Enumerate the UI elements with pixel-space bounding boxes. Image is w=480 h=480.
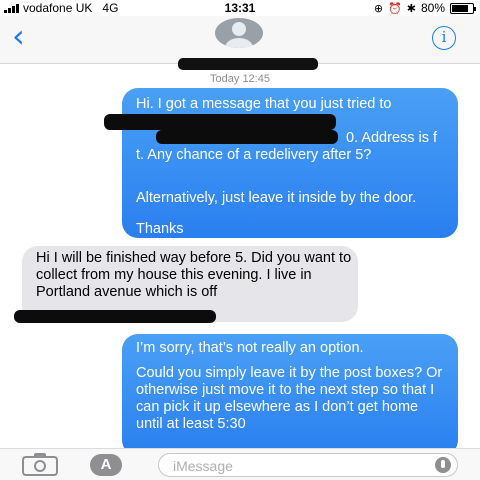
info-icon[interactable]: i [432,26,456,50]
contact-name-redaction [178,58,318,70]
redaction-bar [156,130,338,144]
app-store-icon[interactable]: A [90,454,122,476]
screen-lock-icon: ⊕ [373,2,384,15]
message-text: 0. Address is f [346,130,438,146]
message-text: t. Any chance of a redelivery after 5? [136,147,372,163]
message-composer: A iMessage [0,448,480,480]
bluetooth-icon: ✱ [406,2,416,15]
status-icons: ⊕ ⏰ ✱ 80% [373,1,476,15]
battery-icon [450,2,476,14]
contact-avatar[interactable] [215,18,263,48]
message-bubble-outgoing[interactable]: Hi. I got a message that you just tried … [104,88,458,238]
chevron-left-icon[interactable]: ‹ [12,20,25,52]
imessage-input[interactable]: iMessage [158,453,458,477]
message-text: Hi I will be finished way before 5. Did … [36,250,352,300]
conversation-header: ‹ i [0,16,480,70]
camera-icon[interactable] [22,453,58,476]
message-text: I’m sorry, that’s not really an option. [136,340,364,356]
redaction-bar [14,310,216,323]
microphone-icon[interactable] [435,457,451,473]
message-timestamp: Today 12:45 [210,73,270,85]
redaction-bar [104,114,336,130]
status-bar: vodafone UK 4G 13:31 ⊕ ⏰ ✱ 80% [0,0,480,16]
message-bubble-outgoing[interactable]: I’m sorry, that’s not really an option. … [122,334,458,456]
message-text: Thanks [136,221,184,237]
input-placeholder: iMessage [173,458,233,474]
message-text: Could you simply leave it by the post bo… [136,365,443,432]
message-bubble-incoming[interactable]: Hi I will be finished way before 5. Did … [14,246,358,323]
message-text: Alternatively, just leave it inside by t… [136,190,417,206]
battery-percent: 80% [420,1,445,15]
alarm-icon: ⏰ [388,2,402,15]
